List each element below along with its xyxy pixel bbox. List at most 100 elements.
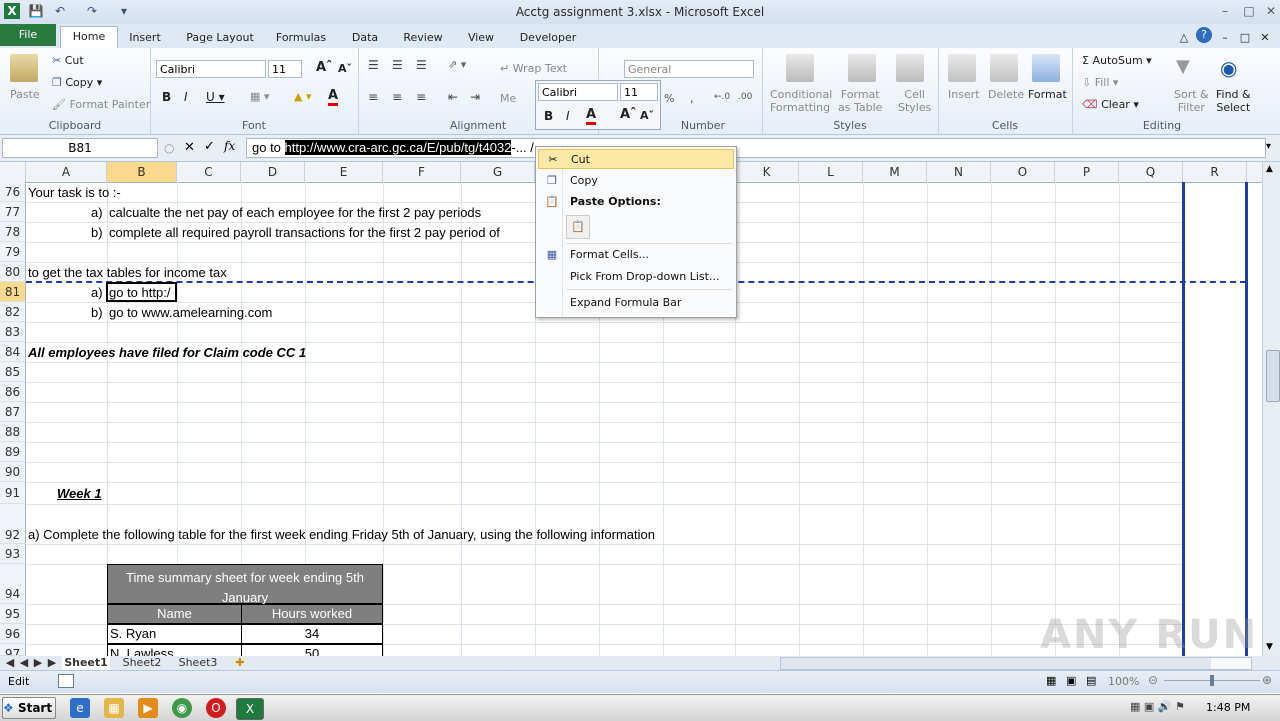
row-header[interactable]: 84 — [0, 342, 26, 362]
first-sheet-icon[interactable]: ◀ — [4, 656, 16, 670]
cell-b78[interactable]: complete all required payroll transactio… — [109, 225, 500, 240]
conditional-formatting-button[interactable]: Conditional Formatting — [770, 88, 832, 114]
vertical-scrollbar[interactable]: ▲ ▼ — [1262, 162, 1280, 656]
col-l-header[interactable]: L — [799, 162, 863, 182]
page-break-view-icon[interactable]: ▤ — [1086, 674, 1096, 687]
tab-formulas[interactable]: Formulas — [270, 28, 332, 48]
cell-a77[interactable]: a) — [91, 205, 103, 220]
horizontal-scrollbar[interactable] — [780, 657, 1252, 670]
cell-a84[interactable]: All employees have filed for Claim code … — [28, 345, 306, 360]
align-bottom-icon[interactable]: ☰ — [416, 58, 427, 72]
normal-view-icon[interactable]: ▦ — [1046, 674, 1056, 687]
tab-page-layout[interactable]: Page Layout — [180, 28, 260, 48]
cell-a82[interactable]: b) — [91, 305, 103, 320]
col-f-header[interactable]: F — [383, 162, 461, 182]
cell-b82[interactable]: go to www.amelearning.com — [109, 305, 272, 320]
sheet-tab-1[interactable]: Sheet1 — [62, 656, 110, 670]
fill-button[interactable]: ⇩ Fill ▾ — [1082, 76, 1118, 89]
comma-icon[interactable]: , — [690, 92, 694, 105]
row-header[interactable]: 88 — [0, 422, 26, 442]
mini-font-combo[interactable]: Calibri — [538, 83, 618, 101]
doc-close-icon[interactable]: ✕ — [1258, 28, 1272, 48]
col-r-header[interactable]: R — [1183, 162, 1247, 182]
col-d-header[interactable]: D — [241, 162, 305, 182]
zoom-in-icon[interactable]: ⊕ — [1262, 673, 1272, 687]
row-header[interactable]: 94 — [0, 564, 26, 604]
align-top-icon[interactable]: ☰ — [368, 58, 379, 72]
row-header[interactable]: 80 — [0, 262, 26, 282]
ie-icon[interactable]: e — [70, 698, 90, 718]
macro-record-icon[interactable] — [58, 674, 74, 688]
increase-indent-icon[interactable]: ⇥ — [470, 90, 480, 104]
table-header-cell[interactable]: Hours worked — [241, 604, 383, 624]
find-select-button[interactable]: Find & Select — [1216, 88, 1251, 114]
next-sheet-icon[interactable]: ▶ — [32, 656, 44, 670]
cell-a91[interactable]: Week 1 — [57, 486, 102, 501]
vertical-scroll-thumb[interactable] — [1266, 350, 1280, 402]
mini-font-color-icon[interactable]: A — [586, 107, 597, 125]
last-sheet-icon[interactable]: ▶ — [46, 656, 58, 670]
row-header[interactable]: 85 — [0, 362, 26, 382]
sheet-tab-2[interactable]: Sheet2 — [118, 656, 166, 670]
tab-file[interactable]: File — [0, 24, 56, 46]
orientation-icon[interactable]: ⇗ ▾ — [448, 58, 466, 71]
table-row[interactable]: N. Lawless — [107, 644, 242, 656]
grow-font-icon[interactable]: Aˆ — [316, 60, 333, 75]
clear-button[interactable]: ⌫ Clear ▾ — [1082, 98, 1139, 111]
scroll-up-icon[interactable]: ▲ — [1266, 164, 1273, 174]
col-k-header[interactable]: K — [735, 162, 799, 182]
format-cells-button[interactable]: Format — [1028, 88, 1067, 101]
explorer-icon[interactable]: ▦ — [104, 698, 124, 718]
table-row[interactable]: S. Ryan — [107, 624, 242, 644]
insert-cells-button[interactable]: Insert — [948, 88, 980, 101]
tab-developer[interactable]: Developer — [512, 28, 584, 48]
minimize-ribbon-icon[interactable]: △ — [1176, 28, 1192, 48]
col-o-header[interactable]: O — [991, 162, 1055, 182]
tab-data[interactable]: Data — [342, 28, 388, 48]
col-m-header[interactable]: M — [863, 162, 927, 182]
fbar-expand-icon[interactable]: ○ — [164, 141, 174, 155]
cell-a81[interactable]: a) — [91, 285, 103, 300]
row-header[interactable]: 86 — [0, 382, 26, 402]
minimize-icon[interactable]: – — [1216, 3, 1234, 19]
row-header[interactable]: 89 — [0, 442, 26, 462]
sort-filter-button[interactable]: Sort & Filter — [1174, 88, 1209, 114]
merge-center-button[interactable]: Me — [500, 92, 516, 105]
cell-a92[interactable]: a) Complete the following table for the … — [28, 527, 655, 542]
italic-icon[interactable]: I — [184, 90, 188, 104]
font-name-combo[interactable]: Calibri — [156, 60, 266, 78]
mini-shrink-font-icon[interactable]: Aˇ — [640, 109, 654, 122]
table-row[interactable]: 34 — [241, 624, 383, 644]
format-as-table-button[interactable]: Format as Table — [838, 88, 882, 114]
menu-item-copy[interactable]: ❐ Copy — [538, 171, 734, 191]
bold-icon[interactable]: B — [162, 90, 171, 104]
paste-button[interactable]: Paste — [10, 88, 40, 101]
insert-function-icon[interactable]: fx — [224, 139, 235, 153]
scroll-down-icon[interactable]: ▼ — [1266, 642, 1273, 652]
decrease-indent-icon[interactable]: ⇤ — [448, 90, 458, 104]
col-e-header[interactable]: E — [305, 162, 383, 182]
col-n-header[interactable]: N — [927, 162, 991, 182]
menu-item-format-cells[interactable]: ▦ Format Cells... — [538, 245, 734, 265]
align-right-icon[interactable]: ≡ — [416, 90, 426, 104]
cell-a76[interactable]: Your task is to :- — [28, 185, 121, 200]
name-box[interactable]: B81 — [2, 138, 158, 158]
row-header[interactable]: 92 — [0, 504, 26, 544]
start-button[interactable]: ❖ Start — [2, 697, 56, 719]
fill-color-icon[interactable]: ▲ ▾ — [294, 90, 311, 103]
align-center-icon[interactable]: ≡ — [392, 90, 402, 104]
mini-italic-icon[interactable]: I — [566, 109, 570, 123]
shrink-font-icon[interactable]: Aˇ — [338, 62, 352, 75]
tab-insert[interactable]: Insert — [122, 28, 168, 48]
doc-minimize-icon[interactable]: – — [1218, 28, 1232, 48]
row-header[interactable]: 81 — [0, 282, 26, 302]
delete-cells-button[interactable]: Delete — [988, 88, 1024, 101]
row-header[interactable]: 90 — [0, 462, 26, 482]
row-header[interactable]: 91 — [0, 482, 26, 504]
restore-icon[interactable]: □ — [1240, 3, 1258, 19]
formula-expand-icon[interactable]: ▾ — [1266, 141, 1271, 152]
row-header[interactable]: 82 — [0, 302, 26, 322]
increase-decimal-icon[interactable]: ←.0 — [714, 92, 730, 102]
close-icon[interactable]: ✕ — [1262, 3, 1280, 19]
doc-restore-icon[interactable]: □ — [1238, 28, 1252, 48]
